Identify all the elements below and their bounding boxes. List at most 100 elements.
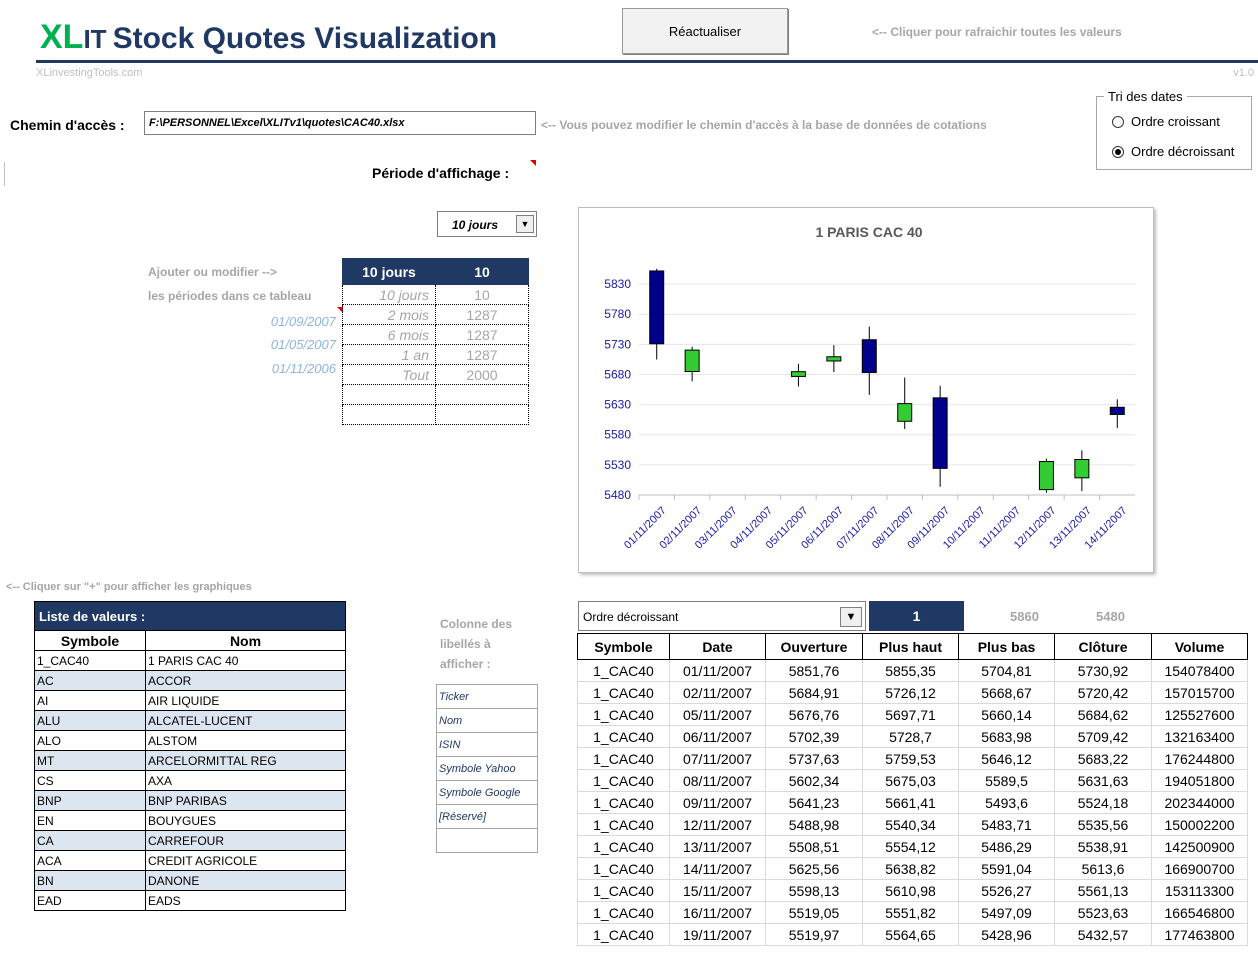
period-cell-name[interactable]: [342, 384, 436, 405]
list-item[interactable]: CA CARREFOUR: [34, 830, 346, 851]
table-row[interactable]: 1_CAC40 08/11/2007 5602,34 5675,03 5589,5 563…: [577, 769, 1248, 792]
period-cell-value[interactable]: 10: [435, 284, 529, 305]
table-cell[interactable]: 09/11/2007: [669, 791, 766, 814]
list-name[interactable]: CARREFOUR: [145, 830, 346, 851]
sort-ascending-option[interactable]: Ordre croissant: [1112, 114, 1220, 129]
column-option[interactable]: Symbole Google: [436, 780, 538, 805]
table-cell[interactable]: 13/11/2007: [669, 835, 766, 858]
column-option[interactable]: Nom: [436, 708, 538, 733]
table-cell[interactable]: 5683,22: [1054, 747, 1152, 770]
table-cell[interactable]: 177463800: [1151, 923, 1248, 946]
table-cell[interactable]: 1_CAC40: [577, 659, 670, 682]
table-cell[interactable]: 14/11/2007: [669, 857, 766, 880]
table-cell[interactable]: 1_CAC40: [577, 725, 670, 748]
list-item[interactable]: MT ARCELORMITTAL REG: [34, 750, 346, 771]
table-cell[interactable]: 5598,13: [765, 879, 863, 902]
table-cell[interactable]: 5602,34: [765, 769, 863, 792]
order-select[interactable]: Ordre décroissant ▼: [578, 601, 866, 631]
table-cell[interactable]: 166900700: [1151, 857, 1248, 880]
list-item[interactable]: AI AIR LIQUIDE: [34, 690, 346, 711]
table-cell[interactable]: 5488,98: [765, 813, 863, 836]
table-cell[interactable]: 5625,56: [765, 857, 863, 880]
table-cell[interactable]: 5851,76: [765, 659, 863, 682]
table-cell[interactable]: 194051800: [1151, 769, 1248, 792]
list-item[interactable]: EAD EADS: [34, 890, 346, 911]
table-cell[interactable]: 5540,34: [862, 813, 959, 836]
table-row[interactable]: 1_CAC40 16/11/2007 5519,05 5551,82 5497,09 55…: [577, 901, 1248, 924]
table-cell[interactable]: 1_CAC40: [577, 857, 670, 880]
list-name[interactable]: ARCELORMITTAL REG: [145, 750, 346, 771]
table-cell[interactable]: 5610,98: [862, 879, 959, 902]
table-cell[interactable]: 16/11/2007: [669, 901, 766, 924]
list-item[interactable]: AC ACCOR: [34, 670, 346, 691]
list-item[interactable]: ALU ALCATEL-LUCENT: [34, 710, 346, 731]
path-input[interactable]: F:\PERSONNEL\Excel\XLITv1\quotes\CAC40.x…: [144, 111, 536, 135]
table-cell[interactable]: 5730,92: [1054, 659, 1152, 682]
table-cell[interactable]: 5684,62: [1054, 703, 1152, 726]
list-name[interactable]: AIR LIQUIDE: [145, 690, 346, 711]
period-select[interactable]: 10 jours ▼: [437, 211, 537, 237]
table-row[interactable]: 1_CAC40 05/11/2007 5676,76 5697,71 5660,14 56…: [577, 703, 1248, 726]
table-row[interactable]: 1_CAC40 01/11/2007 5851,76 5855,35 5704,81 57…: [577, 659, 1248, 682]
table-cell[interactable]: 06/11/2007: [669, 725, 766, 748]
column-option[interactable]: Symbole Yahoo: [436, 756, 538, 781]
table-cell[interactable]: 5728,7: [862, 725, 959, 748]
table-cell[interactable]: 176244800: [1151, 747, 1248, 770]
table-row[interactable]: 1_CAC40 13/11/2007 5508,51 5554,12 5486,29 55…: [577, 835, 1248, 858]
period-cell-name[interactable]: 1 an: [342, 344, 436, 365]
chevron-down-icon[interactable]: ▼: [516, 215, 534, 233]
table-cell[interactable]: 15/11/2007: [669, 879, 766, 902]
table-cell[interactable]: 1_CAC40: [577, 879, 670, 902]
list-symbol[interactable]: CS: [34, 770, 146, 791]
table-cell[interactable]: 5720,42: [1054, 681, 1152, 704]
table-cell[interactable]: 5535,56: [1054, 813, 1152, 836]
table-cell[interactable]: 5554,12: [862, 835, 959, 858]
table-cell[interactable]: 5519,97: [765, 923, 863, 946]
list-symbol[interactable]: ALO: [34, 730, 146, 751]
list-symbol[interactable]: BN: [34, 870, 146, 891]
table-cell[interactable]: 02/11/2007: [669, 681, 766, 704]
table-row[interactable]: 1_CAC40 14/11/2007 5625,56 5638,82 5591,04 56…: [577, 857, 1248, 880]
table-cell[interactable]: 08/11/2007: [669, 769, 766, 792]
table-cell[interactable]: 5660,14: [958, 703, 1055, 726]
period-cell-value[interactable]: [435, 384, 529, 405]
table-cell[interactable]: 5855,35: [862, 659, 959, 682]
list-item[interactable]: CS AXA: [34, 770, 346, 791]
candlestick-chart[interactable]: 1 PARIS CAC 40 5480 5530 5580 5630 5680 5730 5…: [578, 207, 1154, 573]
table-cell[interactable]: 5631,63: [1054, 769, 1152, 792]
list-name[interactable]: DANONE: [145, 870, 346, 891]
table-row[interactable]: 1_CAC40 06/11/2007 5702,39 5728,7 5683,98 570…: [577, 725, 1248, 748]
table-cell[interactable]: 202344000: [1151, 791, 1248, 814]
column-option[interactable]: [436, 828, 538, 853]
table-cell[interactable]: 1_CAC40: [577, 681, 670, 704]
table-cell[interactable]: 5697,71: [862, 703, 959, 726]
list-symbol[interactable]: CA: [34, 830, 146, 851]
list-symbol[interactable]: EN: [34, 810, 146, 831]
table-cell[interactable]: 5497,09: [958, 901, 1055, 924]
table-cell[interactable]: 154078400: [1151, 659, 1248, 682]
table-cell[interactable]: 5709,42: [1054, 725, 1152, 748]
table-cell[interactable]: 1_CAC40: [577, 703, 670, 726]
table-cell[interactable]: 1_CAC40: [577, 769, 670, 792]
list-item[interactable]: BNP BNP PARIBAS: [34, 790, 346, 811]
period-cell-name[interactable]: 2 mois: [342, 304, 436, 325]
period-cell-value[interactable]: 2000: [435, 364, 529, 385]
list-symbol[interactable]: EAD: [34, 890, 146, 911]
list-name[interactable]: CREDIT AGRICOLE: [145, 850, 346, 871]
table-cell[interactable]: 1_CAC40: [577, 901, 670, 924]
index-cell[interactable]: 1: [869, 601, 964, 631]
list-name[interactable]: BOUYGUES: [145, 810, 346, 831]
table-cell[interactable]: 5538,91: [1054, 835, 1152, 858]
table-cell[interactable]: 166546800: [1151, 901, 1248, 924]
period-cell-name[interactable]: [342, 404, 436, 425]
list-item[interactable]: 1_CAC40 1 PARIS CAC 40: [34, 650, 346, 671]
column-option[interactable]: ISIN: [436, 732, 538, 757]
radio-ascending[interactable]: [1112, 115, 1124, 128]
chevron-down-icon[interactable]: ▼: [840, 607, 862, 627]
table-cell[interactable]: 05/11/2007: [669, 703, 766, 726]
table-row[interactable]: 1_CAC40 19/11/2007 5519,97 5564,65 5428,96 54…: [577, 923, 1248, 946]
table-cell[interactable]: 5759,53: [862, 747, 959, 770]
table-cell[interactable]: 5704,81: [958, 659, 1055, 682]
table-cell[interactable]: 1_CAC40: [577, 791, 670, 814]
list-name[interactable]: ALSTOM: [145, 730, 346, 751]
